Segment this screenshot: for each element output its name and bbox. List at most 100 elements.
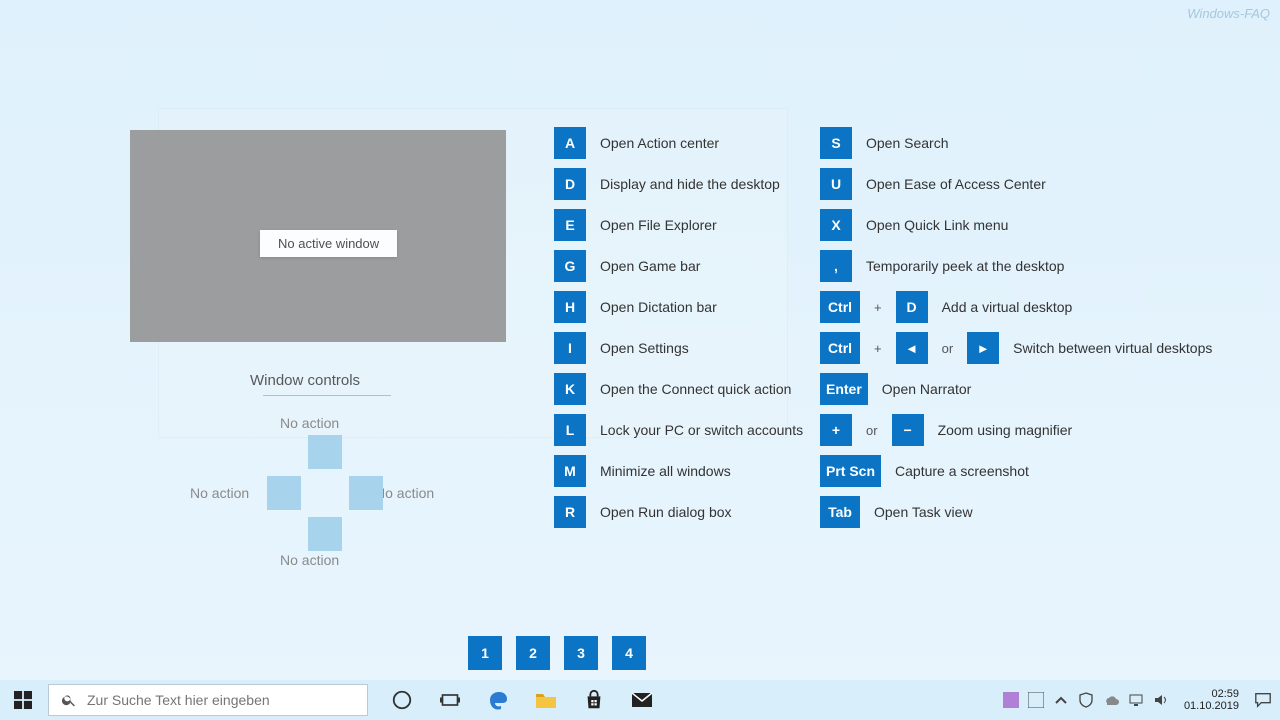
shortcut-row: LLock your PC or switch accounts: [554, 414, 803, 446]
shortcut-row: Enter Open Narrator: [820, 373, 1212, 405]
key-i: I: [554, 332, 586, 364]
task-view-icon[interactable]: [436, 686, 464, 714]
shortcut-desc: Open Search: [866, 135, 949, 151]
shortcut-row: A Open Action center: [554, 127, 803, 159]
watermark: Windows-FAQ: [1187, 6, 1270, 21]
key-prtscn: Prt Scn: [820, 455, 881, 487]
network-icon[interactable]: [1128, 692, 1144, 708]
taskbar-clock[interactable]: 02:59 01.10.2019: [1184, 688, 1239, 712]
window-controls-title: Window controls: [250, 372, 360, 389]
window-preview: No active window: [130, 130, 506, 342]
system-tray: 02:59 01.10.2019: [1003, 680, 1272, 720]
shortcut-row: UOpen Ease of Access Center: [820, 168, 1212, 200]
shortcut-desc: Lock your PC or switch accounts: [600, 422, 803, 438]
search-icon: [61, 692, 77, 708]
key-g: G: [554, 250, 586, 282]
arrow-left-key: ◄: [896, 332, 928, 364]
store-icon[interactable]: [580, 686, 608, 714]
key-m: M: [554, 455, 586, 487]
key-tab: Tab: [820, 496, 860, 528]
no-active-window-label: No active window: [260, 230, 397, 257]
clock-time: 02:59: [1184, 688, 1239, 700]
plus-label: +: [874, 300, 882, 315]
shortcut-row: E Open File Explorer: [554, 209, 803, 241]
desktop-icons: [20, 10, 76, 620]
shortcut-row: DDisplay and hide the desktop: [554, 168, 803, 200]
folder-icon: [534, 688, 558, 712]
shortcut-desc: Open Action center: [600, 135, 719, 151]
key-a: A: [554, 127, 586, 159]
mail-icon[interactable]: [628, 686, 656, 714]
shortcut-row: +or−Zoom using magnifier: [820, 414, 1212, 446]
shortcut-desc: Open Narrator: [882, 381, 971, 397]
key-+: +: [820, 414, 852, 446]
edge-icon[interactable]: [484, 686, 512, 714]
key-enter: Enter: [820, 373, 868, 405]
shortcut-desc: Open Game bar: [600, 258, 700, 274]
window-controls-underline: [263, 395, 391, 396]
key-h: H: [554, 291, 586, 323]
taskview-icon: [440, 690, 460, 710]
circle-icon: [391, 689, 413, 711]
key-e: E: [554, 209, 586, 241]
page-button-4[interactable]: 4: [612, 636, 646, 670]
shopping-bag-icon: [583, 689, 605, 711]
shortcut-desc: Open Quick Link menu: [866, 217, 1008, 233]
page-buttons: 1234: [468, 636, 646, 670]
key-k: K: [554, 373, 586, 405]
shortcut-row: I Open Settings: [554, 332, 803, 364]
shortcuts-column-2: S Open Search UOpen Ease of Access Center X…: [820, 127, 1212, 528]
taskbar-search[interactable]: [48, 684, 368, 716]
shortcuts-column-1: A Open Action center DDisplay and hide the…: [554, 127, 803, 528]
key-s: S: [820, 127, 852, 159]
window-controls-dpad: [260, 435, 390, 565]
file-explorer-icon[interactable]: [532, 686, 560, 714]
wc-left-label: No action: [190, 485, 249, 501]
dpad-up-button[interactable]: [308, 435, 342, 469]
key-ctrl: Ctrl: [820, 291, 860, 323]
shortcut-row: X Open Quick Link menu: [820, 209, 1212, 241]
dpad-left-button[interactable]: [267, 476, 301, 510]
or-label: or: [942, 341, 954, 356]
key-,: ,: [820, 250, 852, 282]
page-button-2[interactable]: 2: [516, 636, 550, 670]
shortcut-desc: Add a virtual desktop: [942, 299, 1073, 315]
volume-icon[interactable]: [1153, 692, 1169, 708]
shortcut-row: ROpen Run dialog box: [554, 496, 803, 528]
taskbar: 02:59 01.10.2019: [0, 680, 1280, 720]
key-u: U: [820, 168, 852, 200]
shortcut-desc: Minimize all windows: [600, 463, 731, 479]
shortcut-row: KOpen the Connect quick action: [554, 373, 803, 405]
taskbar-pinned-apps: [388, 686, 656, 714]
onedrive-icon[interactable]: [1103, 692, 1119, 708]
cortana-icon[interactable]: [388, 686, 416, 714]
shortcut-row: M Minimize all windows: [554, 455, 803, 487]
shortcut-desc: Zoom using magnifier: [938, 422, 1073, 438]
action-center-icon[interactable]: [1254, 691, 1272, 709]
shortcut-desc: Capture a screenshot: [895, 463, 1029, 479]
envelope-icon: [630, 688, 654, 712]
dpad-down-button[interactable]: [308, 517, 342, 551]
shortcut-row: Tab Open Task view: [820, 496, 1212, 528]
shortcut-row: Ctrl+DAdd a virtual desktop: [820, 291, 1212, 323]
start-button[interactable]: [0, 680, 46, 720]
windows-logo-icon: [14, 691, 32, 709]
shortcut-row: HOpen Dictation bar: [554, 291, 803, 323]
shortcut-desc: Open File Explorer: [600, 217, 717, 233]
tray-icon-2[interactable]: [1028, 692, 1044, 708]
key-ctrl: Ctrl: [820, 332, 860, 364]
key-d: D: [554, 168, 586, 200]
tray-icon-1[interactable]: [1003, 692, 1019, 708]
search-input[interactable]: [87, 692, 355, 708]
shortcut-desc: Open Task view: [874, 504, 973, 520]
shortcut-row: S Open Search: [820, 127, 1212, 159]
shortcut-row: G Open Game bar: [554, 250, 803, 282]
chevron-up-icon[interactable]: [1053, 692, 1069, 708]
key-x: X: [820, 209, 852, 241]
security-icon[interactable]: [1078, 692, 1094, 708]
page-button-3[interactable]: 3: [564, 636, 598, 670]
dpad-right-button[interactable]: [349, 476, 383, 510]
shortcut-desc: Open Settings: [600, 340, 689, 356]
shortcut-row: Ctrl+◄or►Switch between virtual desktops: [820, 332, 1212, 364]
page-button-1[interactable]: 1: [468, 636, 502, 670]
